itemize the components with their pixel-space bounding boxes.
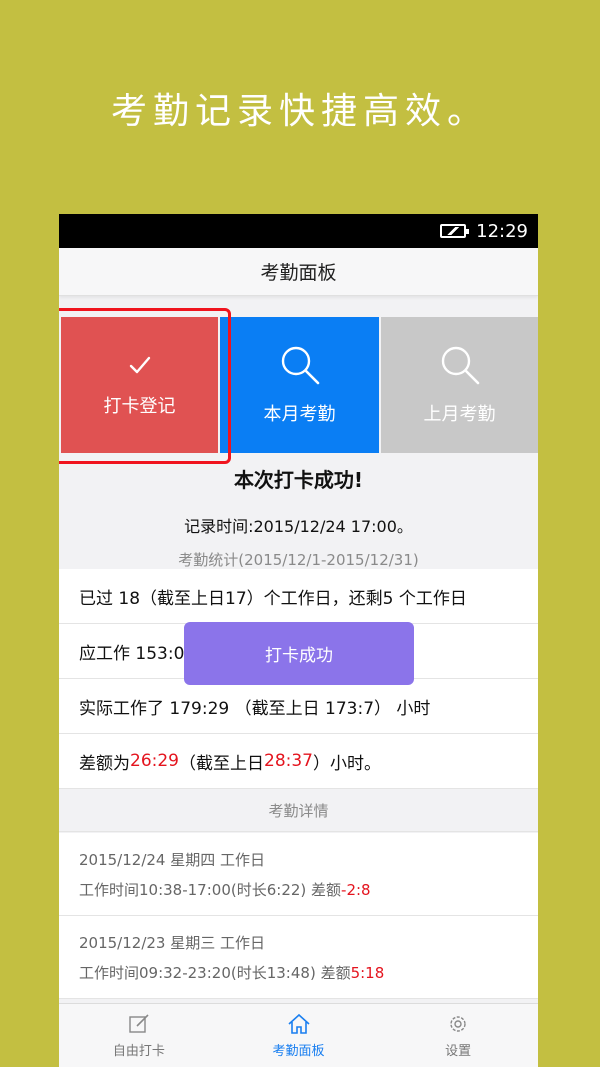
tab-settings[interactable]: 设置: [378, 1004, 538, 1067]
phone-screen: 12:29 考勤面板 打卡登记 本月考勤 上月考勤 本次打卡成功! 记录时间:2…: [59, 214, 538, 1067]
stat-actual-hours: 实际工作了 179:29 （截至上日 173:7） 小时: [59, 679, 538, 734]
diff-prefix: 差额为: [79, 753, 130, 774]
detail-date: 2015/12/24 星期四 工作日: [79, 851, 265, 869]
battery-charging-icon: [440, 224, 470, 238]
status-time: 12:29: [476, 220, 528, 242]
detail-diff: -2:8: [341, 881, 371, 899]
page-title: 考勤面板: [59, 248, 538, 296]
detail-work: 工作时间09:32-23:20(时长13:48) 差额5:18: [79, 962, 518, 983]
result-headline: 本次打卡成功!: [233, 468, 364, 492]
tab-bar: 自由打卡 考勤面板 设置: [59, 1003, 538, 1067]
list-item[interactable]: 2015/12/24 星期四 工作日 工作时间10:38-17:00(时长6:2…: [59, 833, 538, 916]
list-item[interactable]: 2015/12/23 星期三 工作日 工作时间09:32-23:20(时长13:…: [59, 916, 538, 999]
details-section-title: 考勤详情: [59, 790, 538, 832]
this-month-tile-button[interactable]: 本月考勤: [220, 317, 379, 453]
detail-diff: 5:18: [350, 964, 385, 982]
promo-headline: 考勤记录快捷高效。: [110, 91, 489, 132]
highlight-frame: [59, 308, 231, 464]
last-month-tile-button[interactable]: 上月考勤: [381, 317, 538, 453]
edit-icon: [129, 1014, 149, 1033]
this-month-tile-label: 本月考勤: [263, 404, 336, 425]
stat-difference: 差额为 26:29 （截至上日 28:37 ）小时。: [59, 734, 538, 789]
detail-work-text: 工作时间09:32-23:20(时长13:48) 差额: [79, 964, 351, 982]
search-icon: [441, 346, 479, 385]
diff-suffix: ）小时。: [313, 753, 381, 774]
tab-settings-label: 设置: [445, 1044, 472, 1059]
detail-work: 工作时间10:38-17:00(时长6:22) 差额-2:8: [79, 879, 518, 900]
diff-mid: （截至上日: [179, 753, 264, 774]
last-month-tile-label: 上月考勤: [423, 404, 496, 425]
details-list: 2015/12/24 星期四 工作日 工作时间10:38-17:00(时长6:2…: [59, 833, 538, 999]
gear-icon: [450, 1016, 466, 1032]
tab-free-checkin[interactable]: 自由打卡: [59, 1004, 219, 1067]
status-bar: 12:29: [59, 214, 538, 248]
detail-work-text: 工作时间10:38-17:00(时长6:22) 差额: [79, 881, 342, 899]
diff-value: 26:29: [130, 751, 179, 771]
stat-range: 考勤统计(2015/12/1-2015/12/31): [178, 551, 419, 569]
success-toast: 打卡成功: [184, 622, 414, 685]
home-icon: [287, 1013, 310, 1034]
stat-workdays: 已过 18（截至上日17）个工作日，还剩5 个工作日: [59, 569, 538, 624]
diff-prev-value: 28:37: [264, 751, 313, 771]
tab-dashboard-label: 考勤面板: [272, 1044, 325, 1059]
record-time: 记录时间:2015/12/24 17:00。: [184, 517, 413, 536]
search-icon: [281, 346, 319, 385]
tab-dashboard[interactable]: 考勤面板: [219, 1004, 379, 1067]
checkin-result: 本次打卡成功! 记录时间:2015/12/24 17:00。 考勤统计(2015…: [59, 464, 538, 570]
detail-date: 2015/12/23 星期三 工作日: [79, 934, 265, 952]
tab-free-checkin-label: 自由打卡: [112, 1044, 165, 1059]
